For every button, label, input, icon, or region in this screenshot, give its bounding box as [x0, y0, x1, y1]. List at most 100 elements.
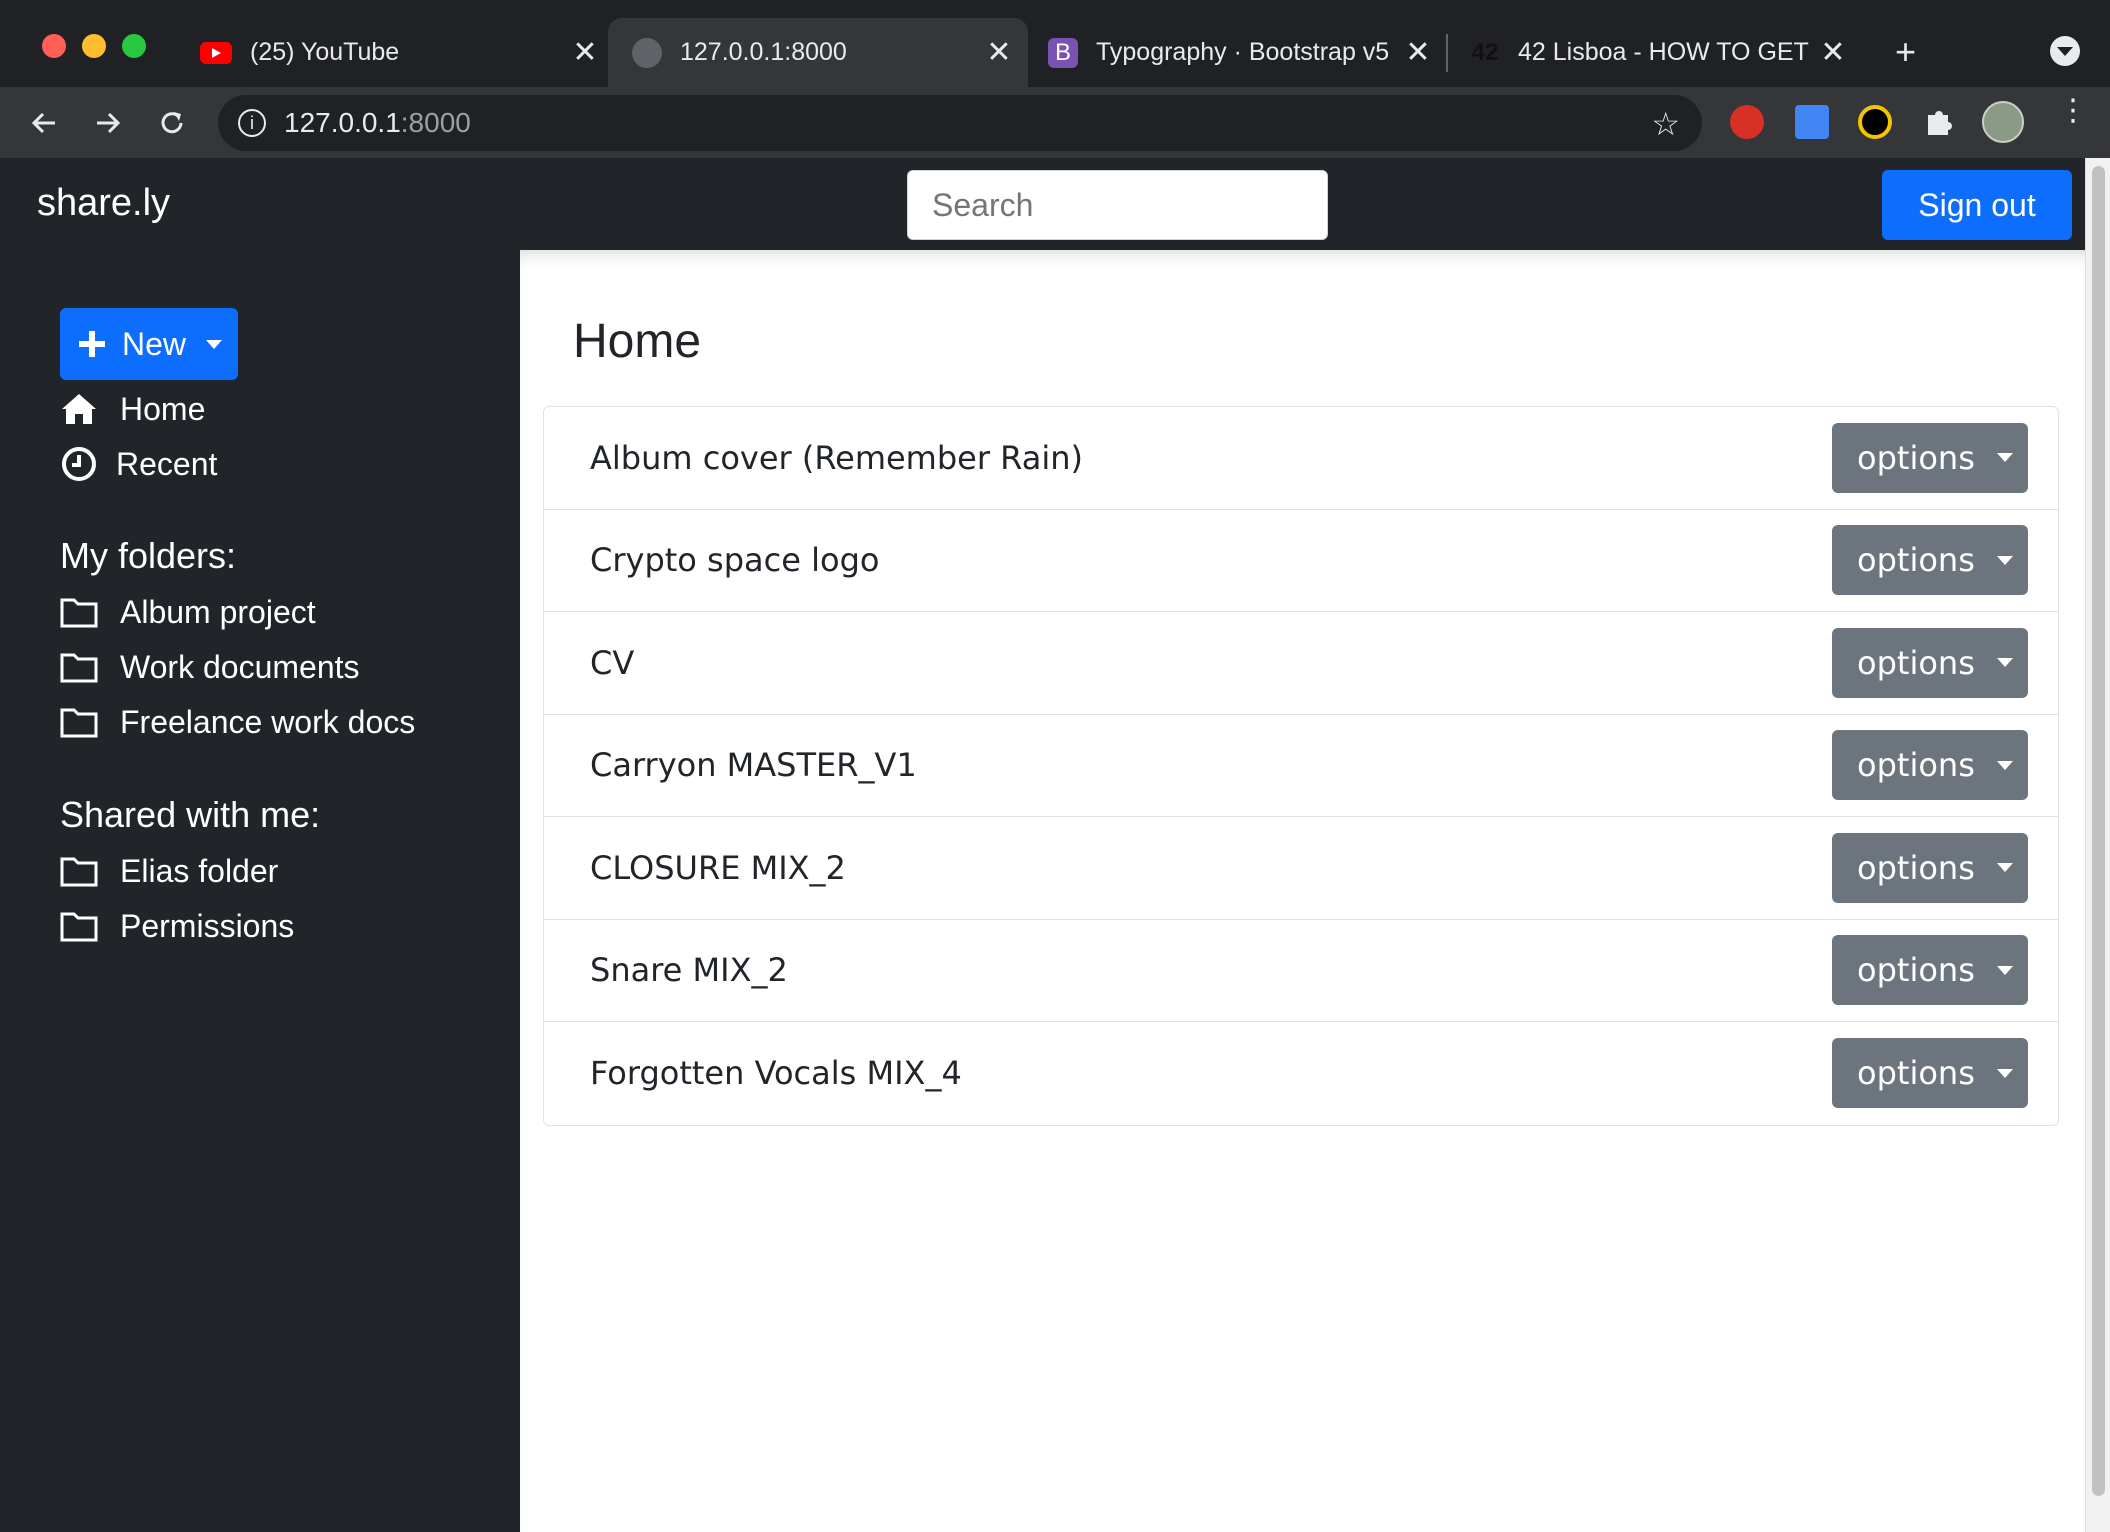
- options-button[interactable]: options: [1832, 1038, 2028, 1109]
- sidebar-item-permissions[interactable]: Permissions: [60, 907, 294, 945]
- options-button[interactable]: options: [1832, 525, 2028, 596]
- file-name: Snare MIX_2: [590, 951, 788, 990]
- site-info-icon[interactable]: i: [238, 109, 266, 137]
- sidebar-item-home[interactable]: Home: [60, 390, 205, 428]
- chevron-down-icon: [1996, 555, 2013, 565]
- search-input[interactable]: [907, 170, 1328, 240]
- maximize-window-button[interactable]: [122, 34, 146, 58]
- chevron-down-icon: [1996, 658, 2013, 668]
- tab-search-icon[interactable]: [2050, 36, 2080, 66]
- close-tab-icon[interactable]: ✕: [1403, 35, 1433, 70]
- tab-42-lisboa[interactable]: 42 42 Lisboa - HOW TO GET ✕: [1470, 18, 1848, 87]
- browser-chrome: (25) YouTube ✕ 127.0.0.1:8000 ✕ B Typogr…: [0, 0, 2110, 158]
- tab-title: 127.0.0.1:8000: [680, 38, 847, 66]
- close-tab-icon[interactable]: ✕: [570, 35, 600, 70]
- sidebar-item-label: Album project: [120, 593, 316, 630]
- extensions-puzzle-icon[interactable]: [1922, 105, 1956, 139]
- new-tab-icon[interactable]: +: [1895, 34, 1916, 70]
- folder-icon: [60, 852, 98, 890]
- top-navbar: share.ly Sign out: [0, 158, 2085, 250]
- options-button[interactable]: options: [1832, 935, 2028, 1006]
- file-list: Album cover (Remember Rain) options Cryp…: [543, 406, 2059, 1126]
- chevron-down-icon: [1996, 453, 2013, 463]
- forward-icon[interactable]: [86, 101, 130, 145]
- folder-icon: [60, 907, 98, 945]
- translate-extension-icon[interactable]: [1795, 105, 1829, 139]
- minimize-window-button[interactable]: [82, 34, 106, 58]
- sidebar-item-freelance-work-docs[interactable]: Freelance work docs: [60, 703, 415, 741]
- sidebar-item-label: Elias folder: [120, 852, 279, 889]
- new-button[interactable]: New: [60, 308, 238, 380]
- options-label: options: [1857, 1054, 1975, 1093]
- extension-icon[interactable]: [1858, 105, 1892, 139]
- close-tab-icon[interactable]: ✕: [984, 35, 1014, 70]
- options-button[interactable]: options: [1832, 832, 2028, 903]
- page-scrollbar[interactable]: [2085, 158, 2110, 1532]
- options-label: options: [1857, 848, 1975, 887]
- url-host: 127.0.0.1: [284, 107, 401, 138]
- globe-icon: [632, 37, 662, 68]
- sidebar-item-label: Recent: [116, 445, 218, 482]
- folder-icon: [60, 703, 98, 741]
- clock-icon: [60, 445, 98, 483]
- scrollbar-thumb[interactable]: [2092, 166, 2105, 1496]
- youtube-icon: [200, 41, 232, 64]
- new-button-label: New: [122, 325, 187, 362]
- sidebar-item-label: Home: [120, 390, 206, 427]
- tab-title: 42 Lisboa - HOW TO GET: [1518, 38, 1809, 66]
- sidebar-item-album-project[interactable]: Album project: [60, 593, 316, 631]
- tab-localhost[interactable]: 127.0.0.1:8000 ✕: [608, 18, 1028, 87]
- options-label: options: [1857, 746, 1975, 785]
- sidebar-item-label: Permissions: [120, 907, 295, 944]
- browser-menu-icon[interactable]: ⋮: [2058, 96, 2088, 126]
- back-icon[interactable]: [22, 101, 66, 145]
- file-name: Forgotten Vocals MIX_4: [590, 1054, 962, 1093]
- reload-icon[interactable]: [150, 101, 194, 145]
- sidebar-item-work-documents[interactable]: Work documents: [60, 648, 360, 686]
- list-item[interactable]: Album cover (Remember Rain) options: [544, 407, 2058, 510]
- shared-with-me-heading: Shared with me:: [60, 794, 321, 835]
- chevron-down-icon: [1996, 965, 2013, 975]
- app-root: share.ly Sign out New Home Recent My fol…: [0, 158, 2085, 1532]
- file-name: CLOSURE MIX_2: [590, 848, 846, 887]
- list-item[interactable]: CLOSURE MIX_2 options: [544, 817, 2058, 920]
- options-button[interactable]: options: [1832, 730, 2028, 801]
- close-window-button[interactable]: [42, 34, 66, 58]
- home-icon: [60, 390, 98, 428]
- tab-strip: (25) YouTube ✕ 127.0.0.1:8000 ✕ B Typogr…: [0, 0, 2110, 87]
- tab-separator: [1446, 34, 1448, 72]
- options-button[interactable]: options: [1832, 422, 2028, 493]
- file-name: Crypto space logo: [590, 541, 880, 580]
- list-item[interactable]: Crypto space logo options: [544, 510, 2058, 612]
- profile-avatar[interactable]: [1982, 101, 2024, 143]
- list-item[interactable]: CV options: [544, 612, 2058, 715]
- options-label: options: [1857, 951, 1975, 990]
- adblock-extension-icon[interactable]: [1730, 105, 1764, 139]
- list-item[interactable]: Carryon MASTER_V1 options: [544, 715, 2058, 817]
- list-item[interactable]: Snare MIX_2 options: [544, 920, 2058, 1022]
- folder-icon: [60, 648, 98, 686]
- file-name: Album cover (Remember Rain): [590, 438, 1083, 477]
- folder-icon: [60, 593, 98, 631]
- brand-logo[interactable]: share.ly: [37, 182, 170, 225]
- 42-icon: 42: [1470, 37, 1500, 68]
- sign-out-button[interactable]: Sign out: [1882, 170, 2072, 240]
- tab-bootstrap[interactable]: B Typography · Bootstrap v5 ✕: [1048, 18, 1433, 87]
- file-name: Carryon MASTER_V1: [590, 746, 917, 785]
- address-bar[interactable]: i 127.0.0.1:8000 ☆: [218, 95, 1702, 151]
- tab-title: Typography · Bootstrap v5: [1096, 38, 1390, 66]
- chevron-down-icon: [1996, 863, 2013, 873]
- close-tab-icon[interactable]: ✕: [1818, 35, 1848, 70]
- bookmark-star-icon[interactable]: ☆: [1651, 105, 1680, 143]
- chevron-down-icon: [1996, 760, 2013, 770]
- list-item[interactable]: Forgotten Vocals MIX_4 options: [544, 1022, 2058, 1125]
- tab-youtube[interactable]: (25) YouTube ✕: [200, 18, 600, 87]
- options-label: options: [1857, 438, 1975, 477]
- main-content: Home Album cover (Remember Rain) options…: [520, 250, 2085, 1532]
- sidebar-item-recent[interactable]: Recent: [60, 445, 217, 483]
- url-port: :8000: [400, 107, 471, 138]
- options-button[interactable]: options: [1832, 627, 2028, 698]
- sidebar: New Home Recent My folders: Album projec…: [0, 250, 520, 1532]
- sidebar-item-elias-folder[interactable]: Elias folder: [60, 852, 278, 890]
- chevron-down-icon: [1996, 1068, 2013, 1078]
